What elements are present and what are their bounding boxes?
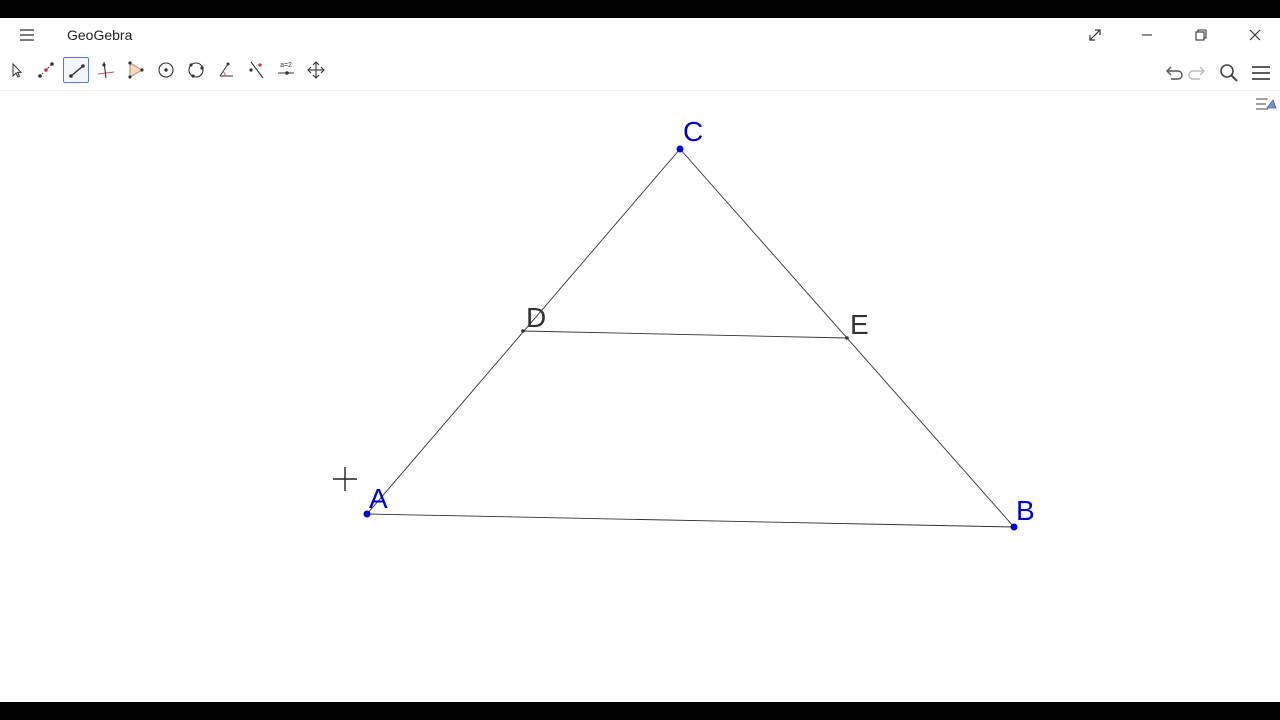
segment-de[interactable] (522, 330, 848, 339)
search-icon (1220, 64, 1238, 82)
segment-icon (69, 64, 85, 78)
fullscreen-icon (1089, 29, 1101, 41)
slider-tool-label: a=2 (280, 62, 292, 69)
circle-3pts-icon (188, 62, 204, 78)
menu-icon (1252, 66, 1270, 80)
crosshair-cursor-icon (333, 467, 357, 491)
toolbar: a=2 (0, 56, 1280, 88)
label-c[interactable]: C (683, 116, 703, 147)
point-tool[interactable] (33, 57, 59, 83)
close-icon (1249, 29, 1261, 41)
graphics-view[interactable]: C A B D E (0, 91, 1280, 702)
arrow-cursor-icon (12, 62, 23, 78)
redo-button[interactable] (1185, 60, 1211, 86)
angle-tool[interactable] (213, 57, 239, 83)
search-button[interactable] (1216, 60, 1242, 86)
point-d[interactable] (521, 329, 525, 333)
redo-icon (1188, 66, 1205, 80)
restore-button[interactable] (1178, 18, 1224, 52)
undo-button[interactable] (1160, 60, 1186, 86)
bottom-black-bar (0, 702, 1280, 720)
point-e[interactable] (845, 336, 849, 340)
reflect-icon (249, 61, 264, 79)
angle-icon (219, 62, 233, 77)
perpendicular-icon (97, 61, 115, 79)
label-d[interactable]: D (526, 302, 546, 333)
label-b[interactable]: B (1016, 495, 1035, 526)
point-icon (38, 62, 54, 78)
perpendicular-line-tool[interactable] (93, 57, 119, 83)
move-graphics-view-tool[interactable] (303, 57, 329, 83)
reflect-tool[interactable] (243, 57, 269, 83)
undo-icon (1166, 66, 1183, 80)
minimize-icon (1142, 34, 1152, 36)
circle-three-points-tool[interactable] (183, 57, 209, 83)
fullscreen-button[interactable] (1072, 18, 1118, 52)
polygon-tool[interactable] (123, 57, 149, 83)
circle-center-point-tool[interactable] (153, 57, 179, 83)
restore-icon (1195, 29, 1207, 41)
title-bar: GeoGebra (0, 18, 1280, 52)
segment-ab[interactable] (366, 513, 1015, 528)
label-e[interactable]: E (850, 309, 869, 340)
move-tool[interactable] (3, 57, 29, 83)
minimize-button[interactable] (1124, 18, 1170, 52)
main-menu-icon[interactable] (14, 24, 40, 46)
app-menu-button[interactable] (1248, 60, 1274, 86)
slider-icon: a=2 (278, 62, 294, 75)
slider-tool[interactable]: a=2 (273, 57, 299, 83)
app-title: GeoGebra (67, 27, 133, 43)
move-view-icon (307, 61, 325, 79)
polygon-icon (128, 61, 144, 79)
circle-icon (158, 62, 174, 78)
construction-canvas[interactable]: C A B D E (0, 91, 1280, 702)
style-bar-toggle[interactable] (1254, 94, 1278, 114)
top-black-bar (0, 0, 1280, 18)
segment-tool[interactable] (63, 57, 89, 83)
style-bar-icon (1256, 98, 1277, 110)
close-button[interactable] (1232, 18, 1278, 52)
label-a[interactable]: A (369, 483, 388, 514)
